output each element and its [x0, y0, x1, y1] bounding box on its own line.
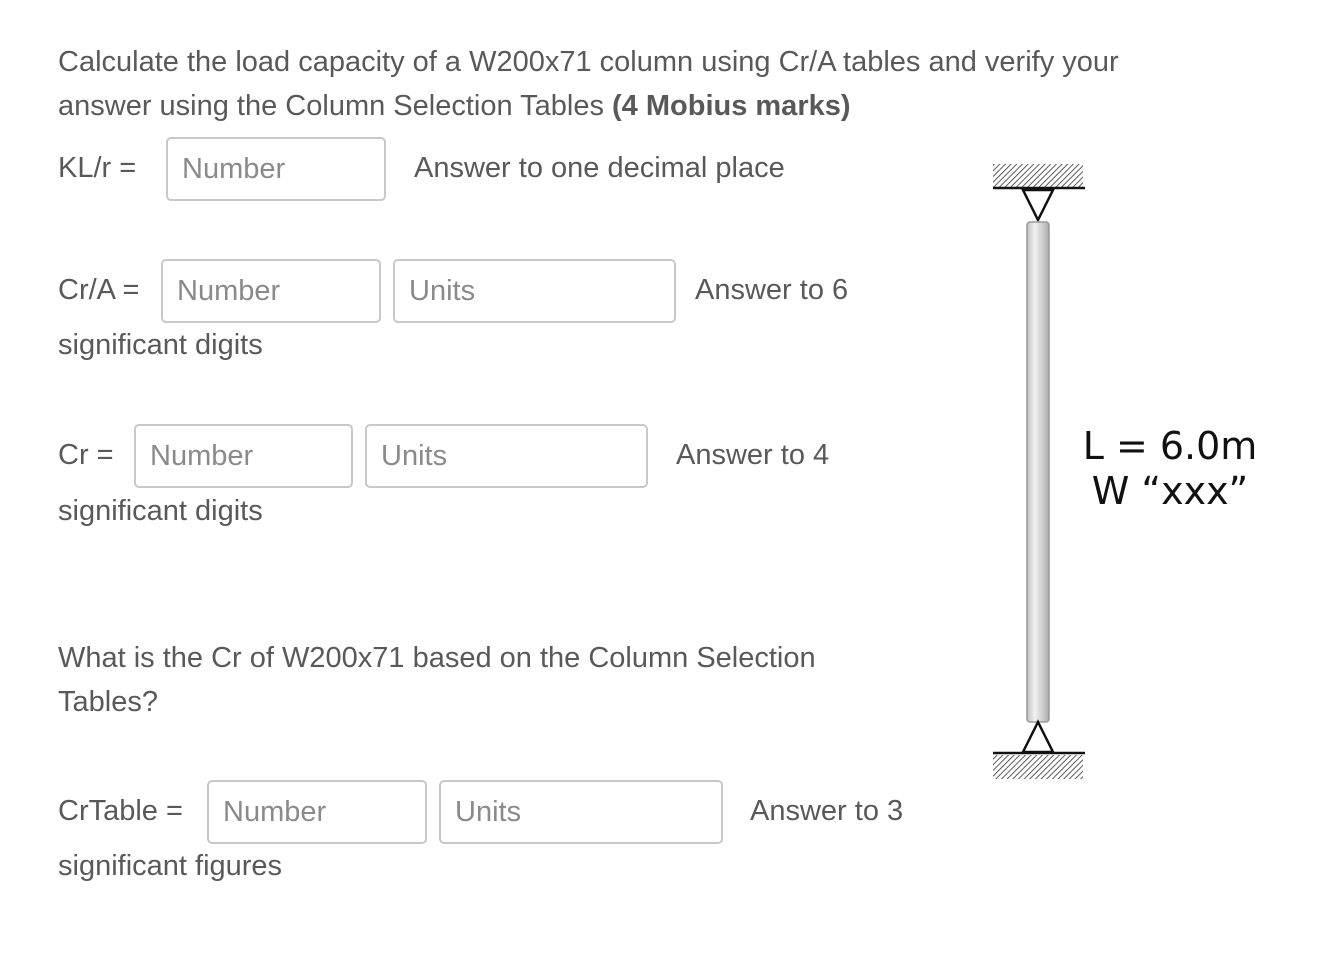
cra-number-input[interactable]	[161, 259, 381, 323]
column-member	[1026, 221, 1050, 723]
crtable-label: CrTable =	[58, 795, 183, 827]
question-marks: (4 Mobius marks)	[612, 90, 851, 122]
cra-hint-cont: significant digits	[58, 329, 263, 361]
klr-label: KL/r =	[58, 152, 137, 184]
bottom-pin-support	[993, 719, 1085, 779]
column-length-label: L = 6.0m	[1082, 424, 1258, 468]
crtable-hint-cont: significant figures	[58, 850, 283, 882]
question2-text: What is the Cr of W200x71 based on the C…	[58, 642, 816, 718]
cr-number-input[interactable]	[134, 424, 353, 488]
cra-units-input[interactable]	[393, 259, 676, 323]
cr-units-input[interactable]	[365, 424, 648, 488]
cra-hint: Answer to 6	[695, 274, 849, 306]
cra-label: Cr/A =	[58, 274, 140, 306]
bottom-ground-hatch	[993, 755, 1083, 779]
cr-label: Cr =	[58, 439, 114, 471]
top-ground-hatch	[993, 164, 1083, 188]
crtable-hint: Answer to 3	[750, 795, 904, 827]
column-section-label: W “xxx”	[1091, 469, 1249, 513]
klr-hint: Answer to one decimal place	[414, 152, 785, 184]
question-text: Calculate the load capacity of a W200x71…	[58, 40, 1208, 128]
crtable-number-input[interactable]	[207, 780, 427, 844]
cr-hint: Answer to 4	[676, 439, 830, 471]
question-main-text: Calculate the load capacity of a W200x71…	[58, 46, 1119, 122]
klr-number-input[interactable]	[166, 137, 386, 201]
cr-hint-cont: significant digits	[58, 495, 263, 527]
crtable-units-input[interactable]	[439, 780, 723, 844]
top-pin-support	[993, 164, 1085, 223]
